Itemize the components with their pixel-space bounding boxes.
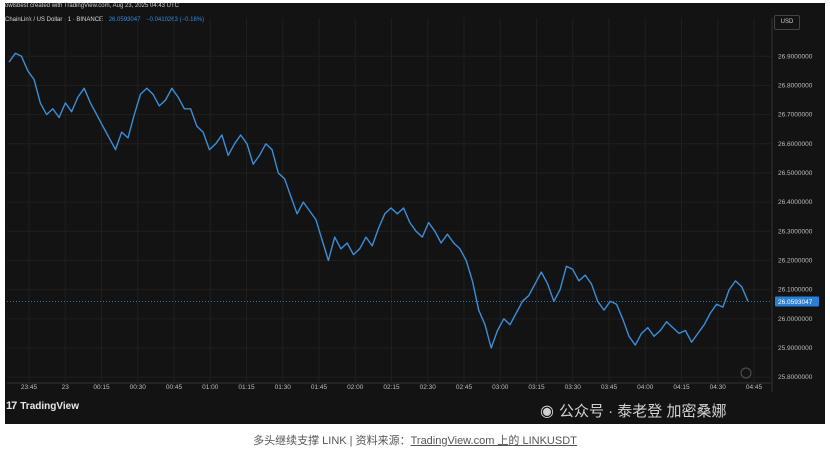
x-tick-label: 01:45 xyxy=(311,384,328,391)
x-tick-label: 01:15 xyxy=(238,384,255,391)
x-tick-label: 04:00 xyxy=(637,384,654,391)
tradingview-logo-icon: 17 xyxy=(6,400,17,412)
y-tick-label: 26.7000000 xyxy=(778,112,813,119)
y-tick-label: 26.8000000 xyxy=(778,82,813,89)
price-chart[interactable]: 25.8000000 25.9000000 26.0000000 26.1000000… xyxy=(0,0,830,449)
x-tick-label: 04:45 xyxy=(746,384,763,391)
y-tick-label: 26.3000000 xyxy=(778,228,813,235)
x-tick-label: 02:30 xyxy=(420,384,437,391)
watermark-text: 公众号 · 泰老登 加密桑娜 xyxy=(558,403,727,420)
x-tick-label: 02:15 xyxy=(383,384,400,391)
wechat-watermark: ◉ 公众号 · 泰老登 加密桑娜 xyxy=(540,400,726,421)
tradingview-logo-text: TradingView xyxy=(20,400,79,412)
image-caption: 多头继续支撑 LINK | 资料来源：TradingView.com 上的 LI… xyxy=(0,432,830,448)
x-tick-label: 01:00 xyxy=(202,384,219,391)
y-tick-label: 26.9000000 xyxy=(778,53,813,60)
x-tick-label: 00:45 xyxy=(166,384,183,391)
y-tick-label: 26.2000000 xyxy=(778,257,813,264)
timezone-icon[interactable] xyxy=(740,367,752,379)
price-line xyxy=(8,52,749,349)
x-tick-label: 02:00 xyxy=(347,384,364,391)
last-price-label: 26.0593047 xyxy=(778,299,813,306)
y-tick-label: 26.0000000 xyxy=(778,316,813,323)
y-tick-label: 26.5000000 xyxy=(778,170,813,177)
y-tick-label: 25.8000000 xyxy=(778,374,813,381)
x-tick-label: 00:15 xyxy=(93,384,110,391)
y-tick-label: 26.6000000 xyxy=(778,141,813,148)
x-tick-label: 04:15 xyxy=(673,384,690,391)
x-tick-label: 03:30 xyxy=(565,384,582,391)
x-tick-label: 01:30 xyxy=(275,384,292,391)
x-tick-label: 02:45 xyxy=(456,384,473,391)
y-tick-label: 26.4000000 xyxy=(778,199,813,206)
wechat-icon: ◉ xyxy=(540,402,554,420)
x-tick-label: 03:15 xyxy=(528,384,545,391)
x-tick-label: 23 xyxy=(62,384,70,391)
caption-text: 多头继续支撑 LINK | 资料来源： xyxy=(253,435,411,447)
y-tick-label: 26.1000000 xyxy=(778,287,813,294)
x-tick-label: 00:30 xyxy=(130,384,147,391)
x-tick-label: 04:30 xyxy=(710,384,727,391)
caption-link[interactable]: TradingView.com 上的 LINKUSDT xyxy=(411,435,577,447)
y-tick-label: 25.9000000 xyxy=(778,345,813,352)
x-tick-label: 03:45 xyxy=(601,384,618,391)
x-tick-label: 23:45 xyxy=(21,384,38,391)
x-tick-label: 03:00 xyxy=(492,384,509,391)
tradingview-logo: 17 TradingView xyxy=(6,400,79,412)
